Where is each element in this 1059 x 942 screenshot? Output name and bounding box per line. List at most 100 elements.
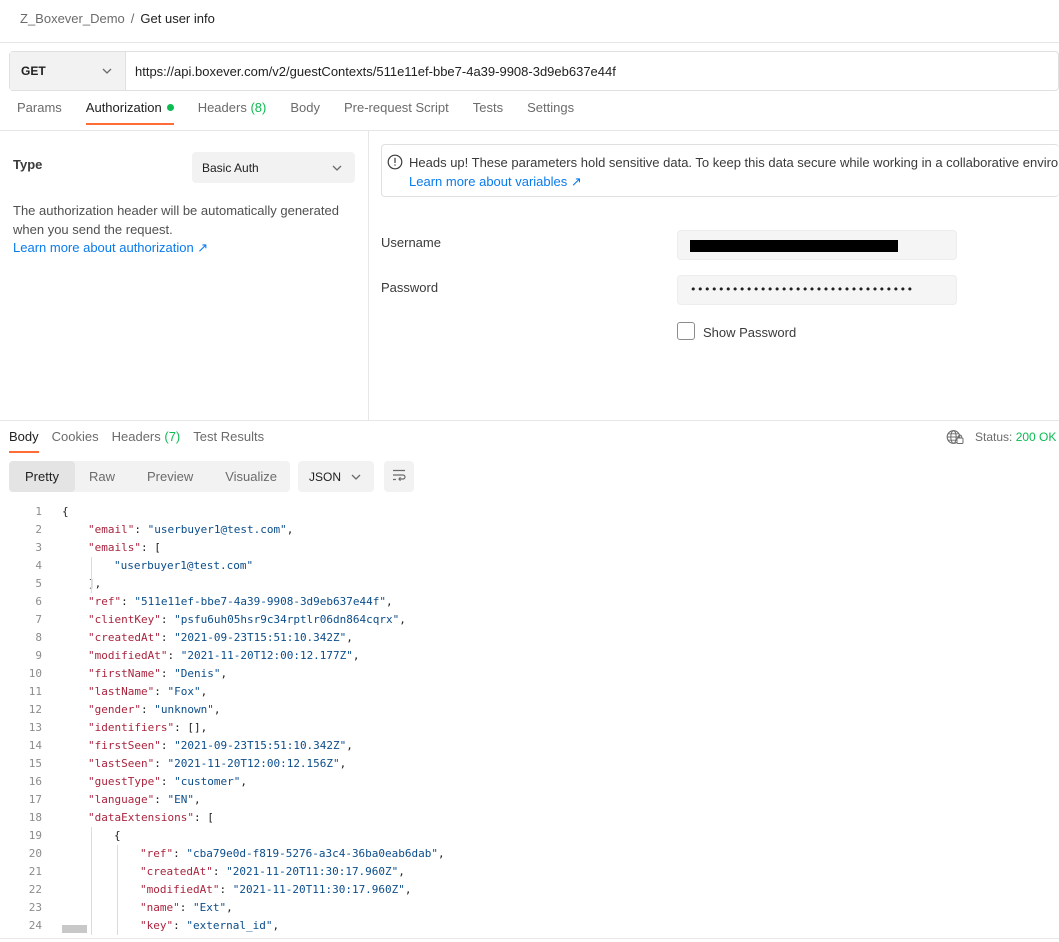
breadcrumb-collection[interactable]: Z_Boxever_Demo [20,11,125,26]
json-value: "psfu6uh05hsr9c34rptlr06dn864cqrx" [174,613,400,626]
response-tab-cookies[interactable]: Cookies [52,429,99,453]
request-tabs: Params Authorization Headers (8) Body Pr… [17,100,598,125]
code-text: "lastName": "Fox", [88,685,208,698]
tab-authorization[interactable]: Authorization [85,100,174,125]
code-line: 7 "clientKey": "psfu6uh05hsr9c34rptlr06dn… [0,611,1059,629]
active-dot-icon [166,104,174,111]
json-key: "name" [140,901,180,914]
code-text: "firstName": "Denis", [88,667,228,680]
json-key: "ref" [88,595,122,608]
json-key: "key" [140,919,174,932]
indent-guide [117,845,118,935]
json-key: "lastSeen" [88,757,155,770]
tab-settings[interactable]: Settings [527,100,574,125]
tab-pre-request-script[interactable]: Pre-request Script [344,100,449,125]
learn-more-authorization-link[interactable]: Learn more about authorization ↗ [13,240,208,256]
horizontal-scrollbar[interactable] [62,925,87,933]
info-icon [387,154,403,170]
json-key: "firstName" [88,667,161,680]
status-value[interactable]: 200 OK [1016,430,1057,444]
breadcrumb-request-name[interactable]: Get user info [140,11,214,26]
code-text: "modifiedAt": "2021-11-20T11:30:17.960Z"… [140,883,412,896]
json-value: "unknown" [154,703,214,716]
indent-guide [91,827,92,935]
format-value: JSON [309,469,342,484]
response-tab-body[interactable]: Body [9,429,39,453]
code-text: "gender": "unknown", [88,703,221,716]
code-line: 19 { [0,827,1059,845]
method-select[interactable]: GET [10,52,126,90]
code-text: "modifiedAt": "2021-11-20T12:00:12.177Z"… [88,649,360,662]
auth-type-value: Basic Auth [202,160,259,175]
code-line: 16 "guestType": "customer", [0,773,1059,791]
response-body-code[interactable]: 1{2 "email": "userbuyer1@test.com", 3 "emai… [0,503,1059,935]
password-field[interactable]: •••••••••••••••••••••••••••••••• [677,275,957,305]
learn-more-variables-link[interactable]: Learn more about variables ↗ [409,174,582,190]
line-number: 14 [28,739,42,752]
code-line: 17 "language": "EN", [0,791,1059,809]
tab-count: (8) [250,100,267,115]
wrap-lines-icon [391,468,407,485]
show-password-label[interactable]: Show Password [703,325,796,340]
code-line: 11 "lastName": "Fox", [0,683,1059,701]
line-number: 5 [35,577,42,590]
code-text: { [62,505,69,518]
code-line: 14 "firstSeen": "2021-09-23T15:51:10.342Z… [0,737,1059,755]
code-text: "lastSeen": "2021-11-20T12:00:12.156Z", [88,757,347,770]
response-tab-test-results[interactable]: Test Results [193,429,264,453]
json-value: "userbuyer1@test.com" [147,523,287,536]
json-value: "511e11ef-bbe7-4a39-9908-3d9eb637e44f" [134,595,387,608]
view-raw-button[interactable]: Raw [75,461,129,492]
tab-label: Pre-request Script [343,100,449,115]
tab-body[interactable]: Body [290,100,320,125]
json-value: "Denis" [174,667,221,680]
tab-headers[interactable]: Headers (8) [198,100,267,125]
chevron-down-icon [350,471,362,483]
tab-label: Headers [111,429,161,444]
line-number: 4 [35,559,42,572]
line-number: 1 [35,505,42,518]
sensitive-data-notice: Heads up! These parameters hold sensitiv… [381,144,1059,197]
json-key: "gender" [88,703,141,716]
code-text: "identifiers": [], [88,721,208,734]
auth-type-select[interactable]: Basic Auth [192,152,355,183]
view-mode-group: Pretty Raw Preview Visualize [9,461,290,492]
format-select[interactable]: JSON [298,461,374,492]
show-password-checkbox[interactable] [677,322,695,340]
code-text: ], [88,577,102,590]
url-input[interactable]: https://api.boxever.com/v2/guestContexts… [126,52,1058,90]
tab-count: (7) [164,429,181,444]
json-key: "modifiedAt" [88,649,168,662]
username-label: Username [381,235,441,250]
code-line: 21 "createdAt": "2021-11-20T11:30:17.960Z… [0,863,1059,881]
json-value: "cba79e0d-f819-5276-a3c4-36ba0eab6dab" [186,847,439,860]
tab-params[interactable]: Params [17,100,62,125]
tab-tests[interactable]: Tests [473,100,503,125]
code-line: 10 "firstName": "Denis", [0,665,1059,683]
indent-guide [91,557,92,593]
code-line: 20 "ref": "cba79e0d-f819-5276-a3c4-36ba0e… [0,845,1059,863]
globe-icon[interactable] [946,429,964,445]
json-value: "Ext" [193,901,227,914]
response-tab-headers[interactable]: Headers (7) [112,429,181,453]
json-key: "ref" [140,847,174,860]
wrap-lines-button[interactable] [384,461,414,492]
json-key: "createdAt" [140,865,213,878]
code-line: 23 "name": "Ext", [0,899,1059,917]
view-visualize-button[interactable]: Visualize [211,461,291,492]
view-pretty-button[interactable]: Pretty [9,461,75,492]
json-value: "2021-11-20T11:30:17.960Z" [226,865,399,878]
json-key: "language" [88,793,155,806]
view-preview-button[interactable]: Preview [129,461,211,492]
username-field[interactable] [677,230,957,260]
code-line: 18 "dataExtensions": [ [0,809,1059,827]
json-value: "2021-09-23T15:51:10.342Z" [174,631,347,644]
auth-type-label: Type [13,157,43,172]
line-number: 23 [28,901,42,914]
json-key: "firstSeen" [88,739,161,752]
code-text: "userbuyer1@test.com" [114,557,253,575]
json-value: "Fox" [167,685,201,698]
line-number: 11 [28,685,42,698]
auth-pane-divider [368,131,369,420]
line-number: 19 [28,829,42,842]
